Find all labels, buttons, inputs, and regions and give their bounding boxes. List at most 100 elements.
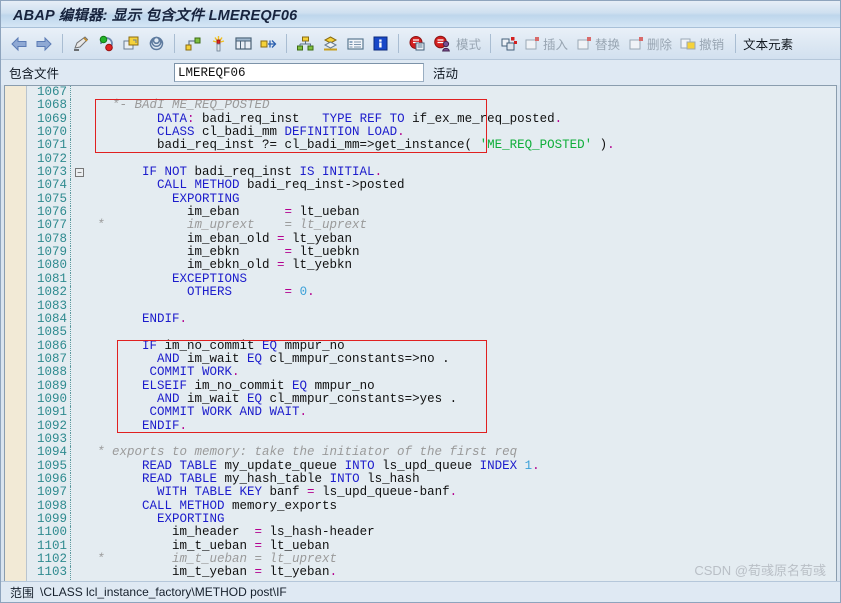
code-line[interactable]: 1070 CLASS cl_badi_mm DEFINITION LOAD. [27, 126, 836, 139]
code-line[interactable]: 1099 EXPORTING [27, 513, 836, 526]
code-line[interactable]: 1088 COMMIT WORK. [27, 366, 836, 379]
generate-icon[interactable] [119, 32, 143, 56]
pattern-red-icon[interactable] [405, 32, 429, 56]
code-text: im_t_ueban = lt_ueban [91, 540, 836, 553]
code-token-id: im_eban_old [97, 232, 277, 246]
line-number: 1094 [27, 446, 71, 459]
toolbar-separator [490, 34, 491, 53]
code-token-id: banf [262, 485, 307, 499]
code-token-id: im_t_yeban [97, 565, 255, 579]
line-number: 1068 [27, 99, 71, 112]
undo-button[interactable]: 撤销 [678, 34, 729, 53]
code-text: EXCEPTIONS [91, 273, 836, 286]
code-token-id: cl_mmpur_constants=>no . [262, 352, 450, 366]
code-line[interactable]: 1085 [27, 326, 836, 339]
code-line[interactable]: 1073− IF NOT badi_req_inst IS INITIAL. [27, 166, 836, 179]
code-token-cmt: * exports to memory: take the initiator … [97, 445, 517, 459]
code-line[interactable]: 1079 im_ebkn = lt_uebkn [27, 246, 836, 259]
code-line[interactable]: 1098 CALL METHOD memory_exports [27, 500, 836, 513]
code-token-k: COMMIT WORK AND WAIT [97, 405, 300, 419]
line-number: 1098 [27, 500, 71, 513]
stack-layers-icon[interactable] [318, 32, 342, 56]
code-line[interactable]: 1068 *- BAdI ME_REQ_POSTED [27, 99, 836, 112]
mode-label[interactable]: 模式 [455, 34, 484, 53]
list-table-icon[interactable] [343, 32, 367, 56]
fold-collapse-icon[interactable]: − [75, 168, 84, 177]
code-scroll-area[interactable]: 10671068 *- BAdI ME_REQ_POSTED1069 DATA:… [27, 86, 836, 581]
code-token-k: IF [97, 339, 157, 353]
delete-button[interactable]: 删除 [626, 34, 677, 53]
clipboard-pattern-icon[interactable] [497, 32, 521, 56]
code-line[interactable]: 1100 im_header = ls_hash-header [27, 526, 836, 539]
user-red-icon[interactable] [430, 32, 454, 56]
insert-button[interactable]: 插入 [522, 34, 573, 53]
code-line[interactable]: 1093 [27, 433, 836, 446]
line-number: 1080 [27, 259, 71, 272]
code-token-k: AND [97, 392, 180, 406]
replace-button[interactable]: 替换 [574, 34, 625, 53]
code-line[interactable]: 1094 * exports to memory: take the initia… [27, 446, 836, 459]
code-token-k: AND [97, 352, 180, 366]
code-line[interactable]: 1078 im_eban_old = lt_yeban [27, 233, 836, 246]
screen-painter-icon[interactable] [231, 32, 255, 56]
forward-arrow-icon[interactable] [32, 32, 56, 56]
code-token-id: lt_yebkn [285, 258, 353, 272]
code-line[interactable]: 1083 [27, 300, 836, 313]
code-token-id [232, 285, 285, 299]
code-text: * exports to memory: take the initiator … [91, 446, 836, 459]
info-blue-icon[interactable] [368, 32, 392, 56]
code-line[interactable]: 1081 EXCEPTIONS [27, 273, 836, 286]
code-line[interactable]: 1095 READ TABLE my_update_queue INTO ls_… [27, 460, 836, 473]
code-line[interactable]: 1101 im_t_ueban = lt_ueban [27, 540, 836, 553]
code-line[interactable]: 1077* im_uprext = lt_uprext [27, 219, 836, 232]
line-number: 1103 [27, 566, 71, 579]
code-token-k: ENDIF [97, 312, 180, 326]
code-token-k: READ TABLE [97, 459, 217, 473]
hierarchy-icon[interactable] [293, 32, 317, 56]
line-number: 1076 [27, 206, 71, 219]
code-text: *- BAdI ME_REQ_POSTED [91, 99, 836, 112]
code-line[interactable]: 1074 CALL METHOD badi_req_inst->posted [27, 179, 836, 192]
code-token-id: badi_req_inst->posted [240, 178, 405, 192]
code-token-k: INTO [345, 459, 375, 473]
code-text: EXPORTING [91, 513, 836, 526]
code-token-k: ELSEIF [97, 379, 187, 393]
code-line[interactable]: 1072 [27, 153, 836, 166]
status-bar: 范围 \CLASS lcl_instance_factory\METHOD po… [1, 581, 840, 602]
code-line[interactable]: 1091 COMMIT WORK AND WAIT. [27, 406, 836, 419]
code-line[interactable]: 1080 im_ebkn_old = lt_yebkn [27, 259, 836, 272]
where-used-spiral-icon[interactable] [144, 32, 168, 56]
back-arrow-icon[interactable] [7, 32, 31, 56]
code-line[interactable]: 1087 AND im_wait EQ cl_mmpur_constants=>… [27, 353, 836, 366]
include-file-input[interactable] [174, 63, 424, 82]
code-line[interactable]: 1089 ELSEIF im_no_commit EQ mmpur_no [27, 380, 836, 393]
code-line[interactable]: 1084 ENDIF. [27, 313, 836, 326]
code-line[interactable]: 1082 OTHERS = 0. [27, 286, 836, 299]
code-line[interactable]: 1096 READ TABLE my_hash_table INTO ls_ha… [27, 473, 836, 486]
navigate-object-icon[interactable] [181, 32, 205, 56]
code-line[interactable]: 1086 IF im_no_commit EQ mmpur_no [27, 340, 836, 353]
code-token-op: = [255, 525, 263, 539]
debug-torch-icon[interactable] [206, 32, 230, 56]
code-token-k: INDEX [480, 459, 518, 473]
code-text: ENDIF. [91, 313, 836, 326]
text-elements-button[interactable]: 文本元素 [742, 34, 796, 53]
code-line[interactable]: 1069 DATA: badi_req_inst TYPE REF TO if_… [27, 113, 836, 126]
code-line[interactable]: 1097 WITH TABLE KEY banf = ls_upd_queue-… [27, 486, 836, 499]
code-line[interactable]: 1071 badi_req_inst ?= cl_badi_mm=>get_in… [27, 139, 836, 152]
code-token-op: . [607, 138, 615, 152]
code-text: EXPORTING [91, 193, 836, 206]
code-line[interactable]: 1075 EXPORTING [27, 193, 836, 206]
toolbar-separator [286, 34, 287, 53]
code-line[interactable]: 1076 im_eban = lt_ueban [27, 206, 836, 219]
expand-arrows-icon[interactable] [256, 32, 280, 56]
pencil-check-icon[interactable] [69, 32, 93, 56]
insert-label: 插入 [542, 34, 571, 53]
code-editor: 10671068 *- BAdI ME_REQ_POSTED1069 DATA:… [4, 85, 837, 581]
code-line[interactable]: 1067 [27, 86, 836, 99]
code-token-op: . [232, 365, 240, 379]
code-line[interactable]: 1090 AND im_wait EQ cl_mmpur_constants=>… [27, 393, 836, 406]
activate-refresh-icon[interactable] [94, 32, 118, 56]
code-line[interactable]: 1092 ENDIF. [27, 420, 836, 433]
code-token-id: ls_hash [360, 472, 420, 486]
